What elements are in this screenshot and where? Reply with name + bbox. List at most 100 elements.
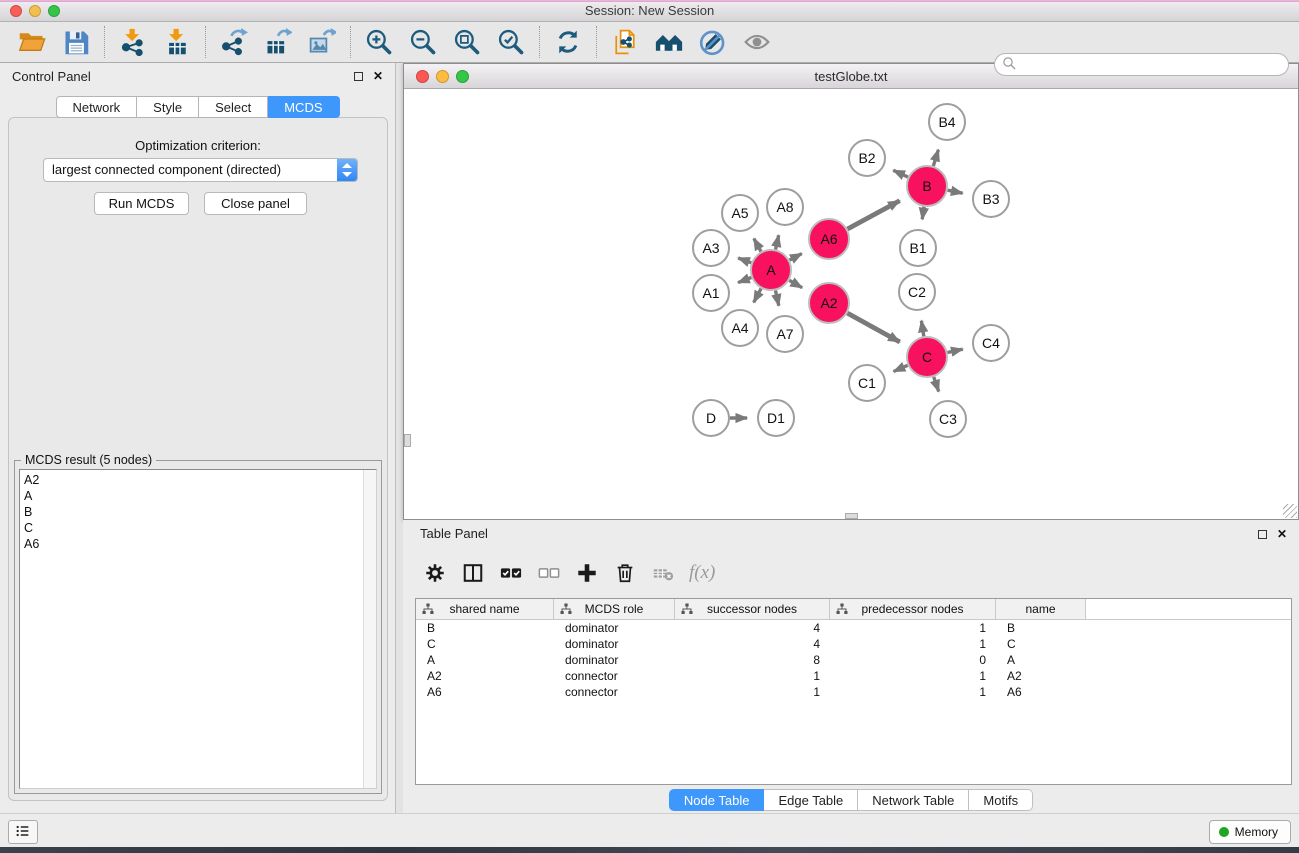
table-row[interactable]: Adominator80A: [416, 652, 1291, 668]
close-panel-icon[interactable]: ✕: [373, 70, 383, 82]
table-row[interactable]: A6connector11A6: [416, 684, 1291, 700]
tab-style[interactable]: Style: [137, 96, 199, 118]
zoom-fit-icon[interactable]: [452, 27, 482, 57]
graph-node-B[interactable]: B: [907, 166, 947, 206]
mcds-result-item[interactable]: A6: [20, 536, 362, 552]
graph-node-A[interactable]: A: [751, 250, 791, 290]
hide-annotations-icon[interactable]: [698, 27, 728, 57]
zoom-selected-icon[interactable]: [496, 27, 526, 57]
save-session-icon[interactable]: [61, 27, 91, 57]
tab-network[interactable]: Network: [55, 96, 137, 118]
graph-node-C3[interactable]: C3: [930, 401, 966, 437]
search-field[interactable]: [994, 53, 1289, 76]
tab-motifs[interactable]: Motifs: [969, 789, 1033, 811]
table-row[interactable]: A2connector11A2: [416, 668, 1291, 684]
open-session-icon[interactable]: [17, 27, 47, 57]
zoom-out-icon[interactable]: [408, 27, 438, 57]
copy-network-icon[interactable]: [610, 27, 640, 57]
close-window-button[interactable]: [10, 5, 22, 17]
optimization-criterion-select[interactable]: largest connected component (directed): [43, 158, 358, 182]
mcds-result-scrollbar[interactable]: [363, 470, 376, 788]
graph-node-D1[interactable]: D1: [758, 400, 794, 436]
network-canvas[interactable]: A A1 A2 A3 A4 A5 A6 A7 A8 B B1 B2 B3 B4 C C1 C2 C3 C4 D D1: [404, 89, 1298, 519]
zoom-window-button[interactable]: [48, 5, 60, 17]
table-cell: dominator: [554, 620, 675, 636]
graph-node-C[interactable]: C: [907, 337, 947, 377]
column-header-name[interactable]: name: [996, 599, 1086, 619]
graph-node-B2[interactable]: B2: [849, 140, 885, 176]
close-panel-button[interactable]: Close panel: [204, 192, 307, 215]
graph-edge-C-C3: [934, 377, 939, 392]
svg-text:A8: A8: [776, 199, 793, 215]
window-titlebar[interactable]: Session: New Session: [0, 0, 1299, 22]
deselect-all-icon[interactable]: [537, 561, 561, 585]
network-left-handle[interactable]: [404, 434, 411, 447]
graph-node-B1[interactable]: B1: [900, 230, 936, 266]
tab-node-table[interactable]: Node Table: [669, 789, 765, 811]
mcds-result-item[interactable]: B: [20, 504, 362, 520]
select-stepper-icon[interactable]: [337, 159, 357, 181]
search-input[interactable]: [1017, 56, 1288, 74]
graph-edge-A-A7: [776, 291, 779, 306]
network-bottom-handle[interactable]: [845, 513, 858, 519]
column-header-predecessor-nodes[interactable]: predecessor nodes: [830, 599, 996, 619]
tab-edge-table[interactable]: Edge Table: [764, 789, 858, 811]
mcds-result-item[interactable]: A: [20, 488, 362, 504]
graph-node-C4[interactable]: C4: [973, 325, 1009, 361]
node-table[interactable]: shared nameMCDS rolesuccessor nodesprede…: [415, 598, 1292, 785]
settings-icon[interactable]: [423, 561, 447, 585]
graph-node-D[interactable]: D: [693, 400, 729, 436]
graph-node-B4[interactable]: B4: [929, 104, 965, 140]
graph-node-A3[interactable]: A3: [693, 230, 729, 266]
export-table-icon[interactable]: [263, 27, 293, 57]
svg-text:A7: A7: [776, 326, 793, 342]
mcds-result-list[interactable]: A2ABCA6: [19, 469, 377, 789]
table-cell: A: [996, 652, 1086, 668]
import-table-icon[interactable]: [162, 27, 192, 57]
column-header-successor-nodes[interactable]: successor nodes: [675, 599, 830, 619]
close-table-panel-icon[interactable]: ✕: [1277, 528, 1287, 540]
tab-network-table[interactable]: Network Table: [858, 789, 969, 811]
graph-node-A4[interactable]: A4: [722, 310, 758, 346]
graph-node-A2[interactable]: A2: [809, 283, 849, 323]
float-panel-icon[interactable]: [354, 72, 363, 81]
tab-mcds[interactable]: MCDS: [268, 96, 339, 118]
graph-node-C2[interactable]: C2: [899, 274, 935, 310]
float-table-panel-icon[interactable]: [1258, 530, 1267, 539]
graph-node-A6[interactable]: A6: [809, 219, 849, 259]
home-icon[interactable]: [654, 27, 684, 57]
refresh-icon[interactable]: [553, 27, 583, 57]
show-view-icon[interactable]: [742, 27, 772, 57]
network-resize-grip[interactable]: [1283, 504, 1297, 518]
minimize-window-button[interactable]: [29, 5, 41, 17]
toolbar-separator: [104, 26, 105, 58]
delete-row-icon[interactable]: [613, 561, 637, 585]
import-network-icon[interactable]: [118, 27, 148, 57]
table-row[interactable]: Bdominator41B: [416, 620, 1291, 636]
graph-node-A5[interactable]: A5: [722, 195, 758, 231]
mcds-result-item[interactable]: C: [20, 520, 362, 536]
mcds-result-item[interactable]: A2: [20, 472, 362, 488]
table-row[interactable]: Cdominator41C: [416, 636, 1291, 652]
graph-node-C1[interactable]: C1: [849, 365, 885, 401]
export-network-icon[interactable]: [219, 27, 249, 57]
graph-node-A1[interactable]: A1: [693, 275, 729, 311]
graph-node-A7[interactable]: A7: [767, 316, 803, 352]
column-header-MCDS-role[interactable]: MCDS role: [554, 599, 675, 619]
graph-node-B3[interactable]: B3: [973, 181, 1009, 217]
table-cell: 1: [830, 668, 996, 684]
task-history-button[interactable]: [8, 820, 38, 844]
memory-button[interactable]: Memory: [1209, 820, 1291, 844]
tab-select[interactable]: Select: [199, 96, 268, 118]
column-header-shared-name[interactable]: shared name: [416, 599, 554, 619]
export-image-icon[interactable]: [307, 27, 337, 57]
run-mcds-button[interactable]: Run MCDS: [94, 192, 189, 215]
network-view-window[interactable]: testGlobe.txt AA1A2A3A4A5A6A7A8BB1B2B3B4…: [403, 63, 1299, 520]
svg-text:A: A: [766, 262, 776, 278]
graph-node-A8[interactable]: A8: [767, 189, 803, 225]
add-row-icon[interactable]: [575, 561, 599, 585]
select-all-icon[interactable]: [499, 561, 523, 585]
zoom-in-icon[interactable]: [364, 27, 394, 57]
control-panel-header: Control Panel ✕: [0, 63, 395, 91]
panel-columns-icon[interactable]: [461, 561, 485, 585]
